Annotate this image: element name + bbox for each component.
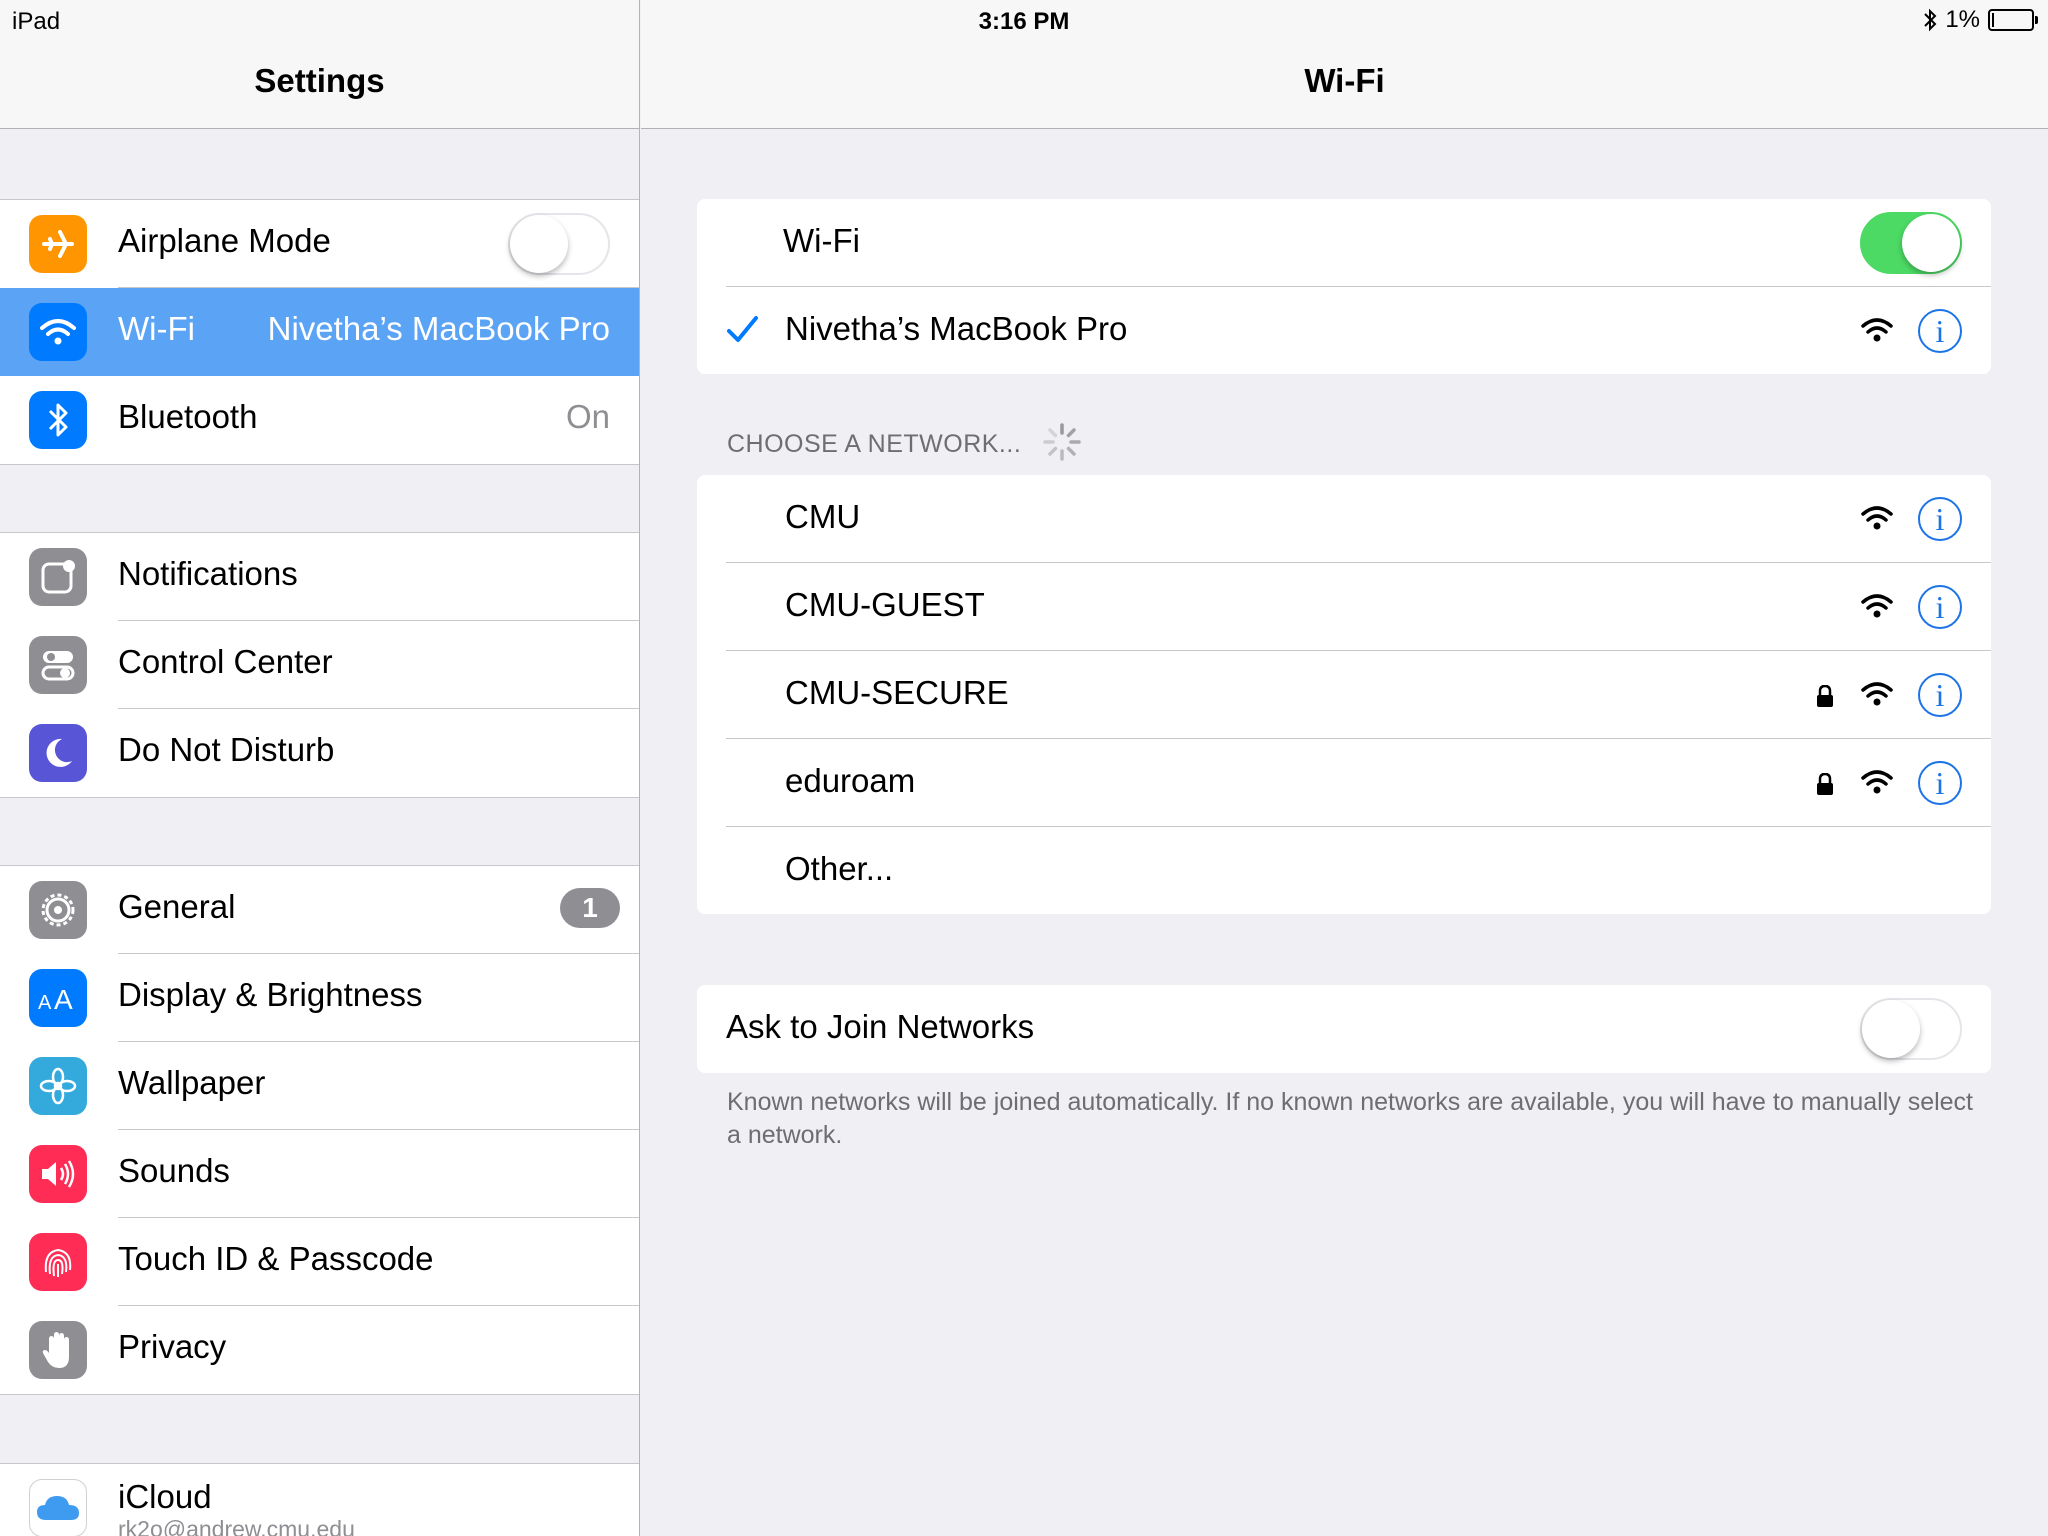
notifications-icon — [29, 548, 87, 606]
control-center-icon — [29, 636, 87, 694]
status-bar: iPad 3:16 PM 1% — [0, 0, 2048, 42]
bluetooth-status-icon — [1924, 8, 1937, 32]
sidebar-item-label: Wallpaper — [118, 1064, 266, 1101]
wifi-status-card: Wi-Fi Nivetha’s MacBook Pro i — [697, 199, 1991, 374]
connected-network-name: Nivetha’s MacBook Pro — [785, 310, 1128, 347]
wifi-toggle-label: Wi-Fi — [783, 222, 860, 259]
sidebar-item-label: Sounds — [118, 1152, 230, 1189]
sidebar-item-wallpaper[interactable]: Wallpaper — [0, 1042, 639, 1130]
sidebar-item-label: Control Center — [118, 643, 333, 680]
clock: 3:16 PM — [978, 8, 1070, 35]
sidebar-item-control-center[interactable]: Control Center — [0, 621, 639, 709]
wifi-detail-pane: Wi-Fi Wi-Fi Nivetha’s MacBook Pro i CHOO… — [641, 0, 2048, 1536]
hand-icon — [29, 1321, 87, 1379]
info-button[interactable]: i — [1918, 309, 1962, 353]
network-list-card: CMU i CMU-GUEST i CMU-SECURE i eduroam i… — [697, 475, 1991, 914]
wifi-signal-icon — [1861, 594, 1893, 618]
wifi-signal-icon — [1861, 770, 1893, 794]
sidebar-item-do-not-disturb[interactable]: Do Not Disturb — [0, 709, 639, 797]
lock-icon — [1817, 685, 1833, 707]
moon-icon — [29, 724, 87, 782]
info-button[interactable]: i — [1918, 761, 1962, 805]
settings-group-connectivity: Airplane Mode Wi-Fi Nivetha’s MacBook Pr… — [0, 199, 639, 465]
wifi-toggle[interactable] — [1860, 212, 1962, 274]
wallpaper-icon — [29, 1057, 87, 1115]
sidebar-item-label: Notifications — [118, 555, 298, 592]
sidebar-item-label: Privacy — [118, 1328, 227, 1365]
ask-to-join-row: Ask to Join Networks — [697, 985, 1991, 1073]
sidebar-item-sounds[interactable]: Sounds — [0, 1130, 639, 1218]
network-row-cmu[interactable]: CMU i — [697, 475, 1991, 563]
sidebar-item-privacy[interactable]: Privacy — [0, 1306, 639, 1394]
other-network-label: Other... — [785, 850, 894, 887]
sidebar-item-label: Touch ID & Passcode — [118, 1240, 434, 1277]
network-name: CMU-SECURE — [785, 674, 1009, 711]
sidebar-item-airplane-mode[interactable]: Airplane Mode — [0, 200, 639, 288]
network-row-eduroam[interactable]: eduroam i — [697, 739, 1991, 827]
airplane-icon — [29, 215, 87, 273]
svg-text:A: A — [54, 984, 73, 1013]
sidebar-item-label: Do Not Disturb — [118, 731, 335, 768]
wifi-icon — [29, 303, 87, 361]
settings-group-system: Notifications Control Center Do Not Dist… — [0, 532, 639, 798]
icloud-account-email: rk2o@andrew.cmu.edu — [118, 1516, 355, 1536]
ask-to-join-label: Ask to Join Networks — [726, 1008, 1035, 1045]
speaker-icon — [29, 1145, 87, 1203]
airplane-mode-toggle[interactable] — [508, 213, 610, 275]
bluetooth-icon — [29, 391, 87, 449]
settings-sidebar: Settings Airplane Mode Wi-Fi Nivetha’s M… — [0, 0, 640, 1536]
lock-icon — [1817, 773, 1833, 795]
fingerprint-icon — [29, 1233, 87, 1291]
loading-spinner-icon — [1043, 423, 1081, 461]
sidebar-item-touch-id-passcode[interactable]: Touch ID & Passcode — [0, 1218, 639, 1306]
sidebar-item-label: Bluetooth — [118, 398, 258, 435]
settings-group-accounts: iCloud rk2o@andrew.cmu.edu — [0, 1463, 639, 1536]
sidebar-title: Settings — [254, 62, 385, 99]
ask-to-join-footnote: Known networks will be joined automatica… — [727, 1088, 1973, 1149]
sidebar-item-value: Nivetha’s MacBook Pro — [267, 310, 610, 347]
wifi-toggle-row: Wi-Fi — [697, 199, 1991, 287]
sidebar-item-label: iCloud — [118, 1478, 212, 1515]
sidebar-item-general[interactable]: General 1 — [0, 866, 639, 954]
checkmark-icon — [727, 316, 758, 342]
sidebar-item-bluetooth[interactable]: Bluetooth On — [0, 376, 639, 464]
ask-to-join-card: Ask to Join Networks — [697, 985, 1991, 1073]
battery-percent: 1% — [1945, 6, 1980, 33]
update-badge: 1 — [560, 888, 620, 928]
info-button[interactable]: i — [1918, 673, 1962, 717]
network-name: CMU — [785, 498, 861, 535]
detail-title: Wi-Fi — [1304, 62, 1385, 99]
info-button[interactable]: i — [1918, 585, 1962, 629]
info-button[interactable]: i — [1918, 497, 1962, 541]
network-row-other[interactable]: Other... — [697, 827, 1991, 914]
ask-to-join-toggle[interactable] — [1860, 998, 1962, 1060]
sidebar-item-label: Display & Brightness — [118, 976, 423, 1013]
sidebar-item-label: Wi-Fi — [118, 310, 195, 347]
wifi-signal-icon — [1861, 506, 1893, 530]
sidebar-item-icloud[interactable]: iCloud rk2o@andrew.cmu.edu — [0, 1464, 639, 1536]
sidebar-item-display-brightness[interactable]: AA Display & Brightness — [0, 954, 639, 1042]
svg-text:A: A — [38, 992, 52, 1013]
network-row-cmu-guest[interactable]: CMU-GUEST i — [697, 563, 1991, 651]
network-name: CMU-GUEST — [785, 586, 985, 623]
gear-icon — [29, 881, 87, 939]
wifi-signal-icon — [1861, 318, 1893, 342]
display-brightness-icon: AA — [29, 969, 87, 1027]
settings-group-device: General 1 AA Display & Brightness Wallpa… — [0, 865, 639, 1395]
sidebar-item-value: On — [565, 398, 610, 435]
sidebar-item-wifi[interactable]: Wi-Fi Nivetha’s MacBook Pro — [0, 288, 639, 376]
choose-network-header: CHOOSE A NETWORK... — [727, 430, 1022, 458]
wifi-signal-icon — [1861, 682, 1893, 706]
icloud-icon — [29, 1479, 87, 1536]
connected-network-row[interactable]: Nivetha’s MacBook Pro i — [697, 287, 1991, 374]
network-name: eduroam — [785, 762, 916, 799]
sidebar-item-label: General — [118, 888, 236, 925]
network-row-cmu-secure[interactable]: CMU-SECURE i — [697, 651, 1991, 739]
sidebar-item-label: Airplane Mode — [118, 222, 331, 259]
battery-icon — [1988, 9, 2038, 31]
status-indicators: 1% — [1923, 6, 2038, 34]
sidebar-item-notifications[interactable]: Notifications — [0, 533, 639, 621]
